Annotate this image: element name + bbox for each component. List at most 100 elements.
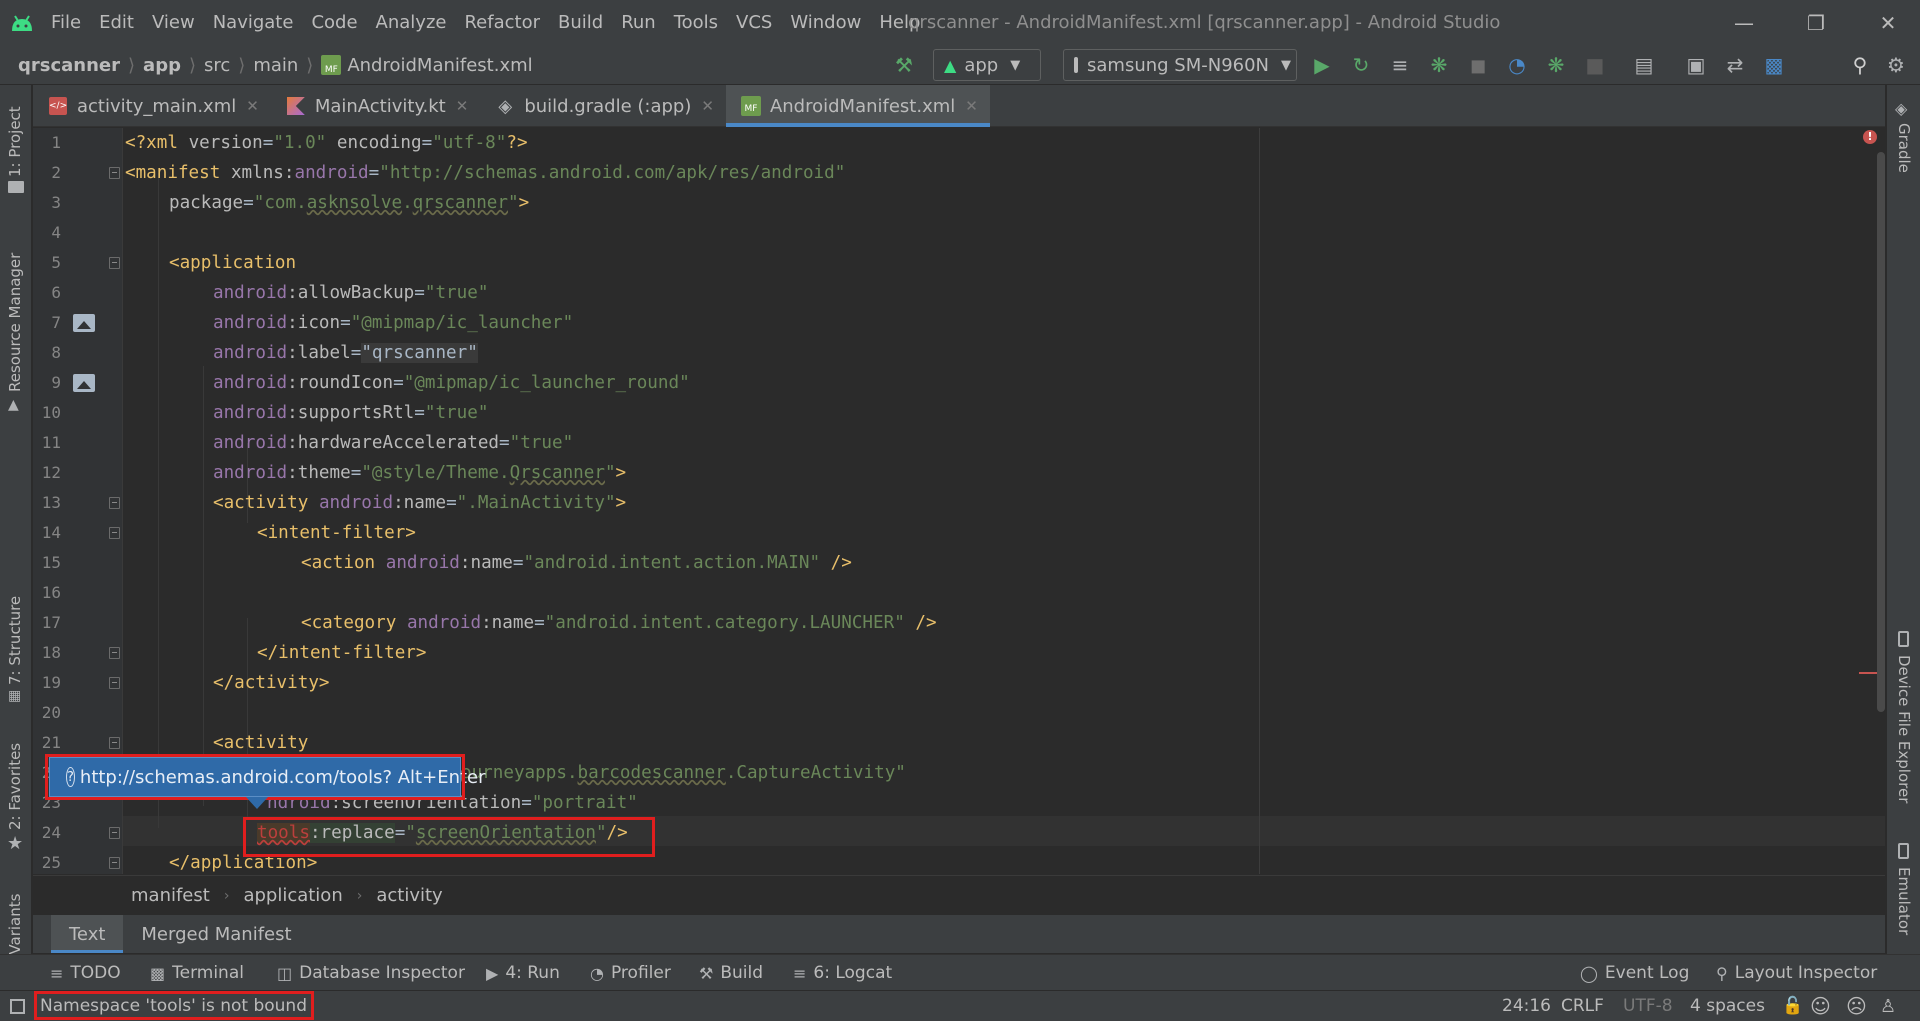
project-structure-icon[interactable]: ▤ xyxy=(1630,51,1658,79)
tool-profiler[interactable]: ◔ Profiler xyxy=(590,955,671,991)
fold-icon[interactable] xyxy=(109,257,120,269)
tool-event-log[interactable]: ◯ Event Log xyxy=(1580,955,1689,991)
close-icon[interactable]: ✕ xyxy=(246,97,259,115)
restore-icon[interactable]: ❐ xyxy=(1786,0,1846,45)
gradle-icon: ◈ xyxy=(1895,99,1908,118)
crumb-file[interactable]: AndroidManifest.xml xyxy=(347,55,532,76)
crumb-manifest[interactable]: manifest xyxy=(131,885,210,906)
menu-refactor[interactable]: Refactor xyxy=(455,0,549,45)
attach-debugger-icon[interactable]: ❋ xyxy=(1542,51,1570,79)
tool-layout-inspector[interactable]: ⚲ Layout Inspector xyxy=(1716,955,1877,991)
kotlin-file-icon xyxy=(285,95,307,117)
highlight-tooltip xyxy=(45,754,465,800)
editor-scrollbar[interactable] xyxy=(1877,152,1885,712)
device-select[interactable]: samsung SM-N960N ▼ xyxy=(1063,49,1297,81)
close-icon[interactable]: ✕ xyxy=(456,97,469,115)
fold-icon[interactable] xyxy=(109,737,120,749)
caret-position[interactable]: 24:16 xyxy=(1502,991,1551,1021)
crumb-application[interactable]: application xyxy=(243,885,342,906)
tool-terminal[interactable]: ▩ Terminal xyxy=(150,955,244,991)
menu-window[interactable]: Window xyxy=(781,0,870,45)
menu-code[interactable]: Code xyxy=(302,0,366,45)
file-encoding[interactable]: UTF-8 xyxy=(1623,991,1673,1021)
error-indicator-icon[interactable]: ! xyxy=(1863,130,1877,144)
profile-icon[interactable]: ◔ xyxy=(1503,51,1531,79)
tab-merged-manifest[interactable]: Merged Manifest xyxy=(123,915,309,953)
tool-project[interactable]: 1: Project xyxy=(6,106,24,177)
menu-analyze[interactable]: Analyze xyxy=(367,0,456,45)
run-config-select[interactable]: ▲ app ▼ xyxy=(933,49,1041,81)
sdk-manager-icon[interactable]: ▩ xyxy=(1760,51,1788,79)
toggle-tool-windows-icon[interactable] xyxy=(10,999,25,1014)
tab-android-manifest[interactable]: MF AndroidManifest.xml ✕ xyxy=(725,85,990,127)
smiley-icon[interactable]: ☺ xyxy=(1810,991,1831,1021)
close-icon[interactable]: ✕ xyxy=(965,97,978,115)
menu-tools[interactable]: Tools xyxy=(665,0,727,45)
crumb-main[interactable]: main xyxy=(253,55,298,76)
fold-icon[interactable] xyxy=(109,827,120,839)
menu-navigate[interactable]: Navigate xyxy=(204,0,303,45)
tab-main-activity[interactable]: MainActivity.kt ✕ xyxy=(271,85,481,127)
tool-gradle[interactable]: Gradle xyxy=(1895,123,1913,173)
menu-file[interactable]: File xyxy=(42,0,90,45)
tool-build[interactable]: ⚒ Build xyxy=(699,955,763,991)
fold-icon[interactable] xyxy=(109,167,120,179)
coverage-icon[interactable]: ◼ xyxy=(1464,51,1492,79)
tool-resource-manager[interactable]: Resource Manager xyxy=(6,253,24,392)
tool-run[interactable]: ▶ 4: Run xyxy=(486,955,560,991)
close-window-icon[interactable]: ✕ xyxy=(1858,0,1918,45)
debug-icon[interactable]: ❋ xyxy=(1425,51,1453,79)
neutral-face-icon[interactable]: ☹ xyxy=(1846,991,1867,1021)
fold-icon[interactable] xyxy=(109,857,120,869)
avd-manager-icon[interactable]: ▣ xyxy=(1682,51,1710,79)
tool-todo-label: TODO xyxy=(70,963,121,983)
editor-tabs: </> activity_main.xml ✕ MainActivity.kt … xyxy=(33,85,1885,127)
sync-gradle-icon[interactable]: ⇄ xyxy=(1721,51,1749,79)
crumb-src[interactable]: src xyxy=(204,55,230,76)
crumb-module[interactable]: app xyxy=(143,55,181,76)
stop-icon[interactable]: ■ xyxy=(1581,51,1609,79)
chevron-down-icon: ▼ xyxy=(1010,57,1021,73)
error-stripe-mark[interactable] xyxy=(1859,672,1877,674)
tab-build-gradle[interactable]: ◈ build.gradle (:app) ✕ xyxy=(480,85,726,127)
tool-database-inspector[interactable]: ◫ Database Inspector xyxy=(277,955,465,991)
fold-icon[interactable] xyxy=(109,497,120,509)
tab-text-label: Text xyxy=(69,923,106,945)
menu-view[interactable]: View xyxy=(143,0,204,45)
indent-setting[interactable]: 4 spaces xyxy=(1690,991,1765,1021)
tool-favorites[interactable]: 2: Favorites xyxy=(6,743,24,830)
fold-icon[interactable] xyxy=(109,527,120,539)
fold-icon[interactable] xyxy=(109,647,120,659)
menu-build[interactable]: Build xyxy=(549,0,612,45)
hammer-build-icon[interactable]: ⚒ xyxy=(890,51,918,79)
menu-edit[interactable]: Edit xyxy=(90,0,143,45)
phone-icon xyxy=(1074,57,1078,73)
code-line: 10 android:supportsRtl="true" xyxy=(41,403,489,423)
tool-device-file-explorer[interactable]: Device File Explorer xyxy=(1895,655,1913,803)
image-resource-icon[interactable] xyxy=(73,374,95,392)
tool-todo[interactable]: ≡ TODO xyxy=(50,955,121,991)
tab-text[interactable]: Text xyxy=(51,915,124,953)
fold-icon[interactable] xyxy=(109,677,120,689)
settings-icon[interactable]: ⚙ xyxy=(1882,51,1910,79)
lock-icon[interactable]: 🔓 xyxy=(1782,991,1803,1021)
inspector-icon[interactable]: ♙ xyxy=(1880,991,1896,1021)
run-icon[interactable]: ▶ xyxy=(1308,51,1336,79)
menu-vcs[interactable]: VCS xyxy=(727,0,781,45)
image-resource-icon[interactable] xyxy=(73,314,95,332)
tool-structure[interactable]: 7: Structure xyxy=(6,596,24,685)
crumb-project[interactable]: qrscanner xyxy=(18,55,120,76)
apply-changes-restart-icon[interactable]: ↻ xyxy=(1347,51,1375,79)
tab-activity-main[interactable]: </> activity_main.xml ✕ xyxy=(33,85,271,127)
apply-code-changes-icon[interactable]: ≡ xyxy=(1386,51,1414,79)
menu-run[interactable]: Run xyxy=(612,0,665,45)
tool-logcat[interactable]: ≡ 6: Logcat xyxy=(793,955,892,991)
search-icon[interactable]: ⚲ xyxy=(1846,51,1874,79)
tool-emulator[interactable]: Emulator xyxy=(1895,867,1913,935)
close-icon[interactable]: ✕ xyxy=(701,97,714,115)
line-separator[interactable]: CRLF xyxy=(1561,991,1604,1021)
tab-label: build.gradle (:app) xyxy=(524,95,692,117)
crumb-activity[interactable]: activity xyxy=(376,885,442,906)
code-line: 12 android:theme="@style/Theme.Qrscanner… xyxy=(41,463,627,483)
minimize-icon[interactable]: — xyxy=(1714,0,1774,45)
